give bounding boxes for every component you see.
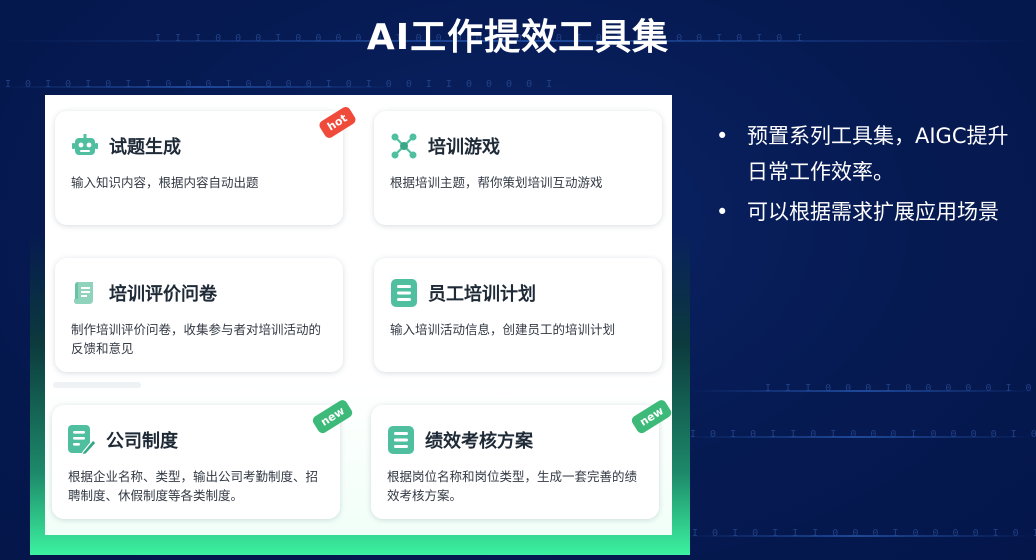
card-description: 制作培训评价问卷，收集参与者对培训活动的反馈和意见 xyxy=(71,322,322,356)
new-badge: new xyxy=(629,397,672,436)
decor-binary-row: I 0 I 0 I 0 I I 0 0 0 I 0 0 0 0 I 0 I 0 … xyxy=(5,79,557,90)
card-title: 公司制度 xyxy=(106,431,178,452)
list-icon xyxy=(387,426,415,454)
decor-binary-row: I I I 0 0 0 I 0 0 0 0 0 I 0 0 0 0 I 0 I … xyxy=(765,383,1036,394)
card-title: 绩效考核方案 xyxy=(425,431,533,452)
card-title: 员工培训计划 xyxy=(428,284,536,305)
scroll-indicator xyxy=(53,382,141,388)
tool-card-quiz[interactable]: 试题生成 输入知识内容，根据内容自动出题 hot xyxy=(55,105,358,225)
bullet-text: 可以根据需求扩展应用场景 xyxy=(747,200,999,224)
list-icon xyxy=(390,279,418,307)
card-description: 根据企业名称、类型，输出公司考勤制度、招聘制度、休假制度等各类制度。 xyxy=(68,469,319,503)
tools-panel: 试题生成 输入知识内容，根据内容自动出题 hot 培训游戏 根据培训主题，帮你策… xyxy=(45,95,672,535)
card-description: 根据岗位名称和岗位类型，生成一套完善的绩效考核方案。 xyxy=(387,469,638,503)
page-title: AI工作提效工具集 xyxy=(366,17,670,58)
tool-card-company-policy[interactable]: 公司制度 根据企业名称、类型，输出公司考勤制度、招聘制度、休假制度等各类制度。 … xyxy=(52,397,355,519)
decor-binary-row: I 0 I 0 I I I 0 0 0 I 0 0 0 0 I 0 I 0 0 … xyxy=(692,528,1036,539)
tool-card-performance-plan[interactable]: 绩效考核方案 根据岗位名称和岗位类型，生成一套完善的绩效考核方案。 new xyxy=(371,397,672,519)
card-title: 培训游戏 xyxy=(428,137,500,158)
bullet-dot: • xyxy=(716,124,729,148)
bullet-item: • 预置系列工具集，AIGC提升日常工作效率。 xyxy=(712,118,1012,190)
card-description: 根据培训主题，帮你策划培训互动游戏 xyxy=(390,175,603,190)
card-description: 输入培训活动信息，创建员工的培训计划 xyxy=(390,322,616,337)
card-title: 试题生成 xyxy=(109,137,181,158)
network-icon xyxy=(390,132,418,160)
hot-badge: hot xyxy=(317,105,358,140)
scroll-icon xyxy=(71,279,99,307)
bullet-text: 预置系列工具集，AIGC提升日常工作效率。 xyxy=(747,124,1009,184)
bullet-dot: • xyxy=(716,200,729,224)
feature-bullet-list: • 预置系列工具集，AIGC提升日常工作效率。 • 可以根据需求扩展应用场景 xyxy=(712,118,1012,234)
tool-card-evaluation-survey[interactable]: 培训评价问卷 制作培训评价问卷，收集参与者对培训活动的反馈和意见 xyxy=(55,258,343,372)
tool-card-training-game[interactable]: 培训游戏 根据培训主题，帮你策划培训互动游戏 xyxy=(374,111,662,225)
card-description: 输入知识内容，根据内容自动出题 xyxy=(71,175,259,190)
new-badge: new xyxy=(310,397,355,436)
document-edit-icon xyxy=(68,425,96,455)
tool-card-training-plan[interactable]: 员工培训计划 输入培训活动信息，创建员工的培训计划 xyxy=(374,258,662,372)
robot-icon xyxy=(71,132,99,160)
bullet-item: • 可以根据需求扩展应用场景 xyxy=(712,194,1012,230)
slide: I I I 0 0 0 I 0 0 0 0 0 I 0 0 0 0 I 0 I … xyxy=(0,0,1036,560)
card-title: 培训评价问卷 xyxy=(109,284,217,305)
decor-binary-row: I 0 I 0 I I 0 I 0 0 0 I 0 0 0 0 I 0 I 0 … xyxy=(690,429,1036,440)
